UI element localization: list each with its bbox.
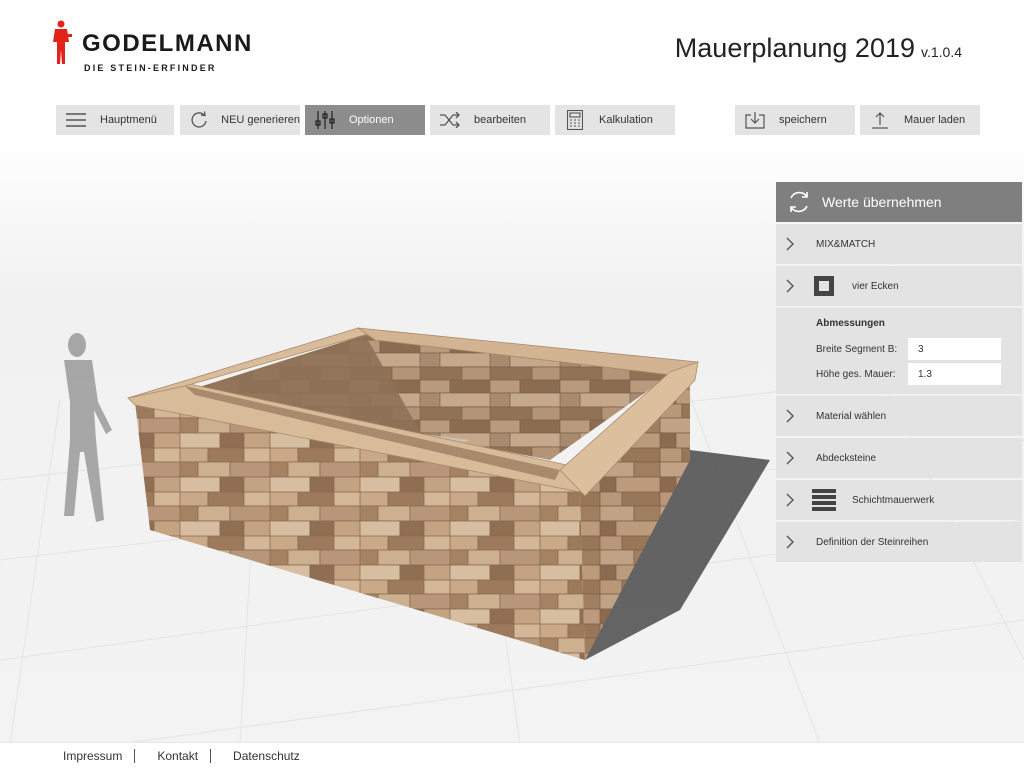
mix-match-label: MIX&MATCH [816, 238, 876, 250]
square-corners-icon [812, 274, 836, 298]
refresh-icon [180, 110, 217, 130]
corners-label: vier Ecken [852, 280, 899, 292]
chevron-right-icon [776, 493, 804, 507]
brand-name: GODELMANN [82, 30, 253, 57]
shuffle-icon [430, 112, 470, 128]
layered-label: Schichtmauerwerk [852, 494, 935, 506]
stone-rows-label: Definition der Steinreihen [816, 536, 929, 548]
dimensions-title: Abmessungen [816, 318, 885, 329]
refresh-icon [776, 189, 822, 215]
segment-width-label: Breite Segment B: [816, 344, 898, 355]
godelmann-logo[interactable]: GODELMANN DIE STEIN-ERFINDER [50, 20, 270, 76]
main-menu-label: Hauptmenü [100, 114, 157, 126]
app-version: v.1.0.4 [921, 44, 962, 60]
calculator-icon [555, 110, 595, 130]
header: GODELMANN DIE STEIN-ERFINDER Mauerplanun… [0, 0, 1024, 100]
apply-values-label: Werte übernehmen [822, 194, 942, 210]
load-wall-label: Mauer laden [904, 114, 966, 126]
chevron-right-icon [776, 451, 804, 465]
sliders-icon [305, 110, 345, 130]
contact-link[interactable]: Kontakt [157, 749, 198, 763]
panel-row-mix-match[interactable]: MIX&MATCH [776, 224, 1022, 264]
footer-divider [134, 748, 136, 763]
dimensions-section: Abmessungen Breite Segment B: Höhe ges. … [776, 308, 1022, 394]
save-button[interactable]: speichern [735, 105, 855, 135]
regenerate-label: NEU generieren [221, 114, 300, 126]
wall-height-label: Höhe ges. Mauer: [816, 369, 896, 380]
panel-row-coping[interactable]: Abdecksteine [776, 438, 1022, 478]
load-wall-button[interactable]: Mauer laden [860, 105, 980, 135]
panel-row-layered[interactable]: Schichtmauerwerk [776, 480, 1022, 520]
chevron-right-icon [776, 279, 804, 293]
options-panel: Werte übernehmen MIX&MATCH vier Ecken Ab… [776, 182, 1022, 562]
apply-values-button[interactable]: Werte übernehmen [776, 182, 1022, 222]
panel-row-stone-rows[interactable]: Definition der Steinreihen [776, 522, 1022, 562]
chevron-right-icon [776, 237, 804, 251]
footer: Impressum Kontakt Datenschutz [0, 742, 1024, 768]
stonemason-figure-icon [53, 20, 72, 64]
privacy-link[interactable]: Datenschutz [233, 749, 300, 763]
brand-tagline: DIE STEIN-ERFINDER [84, 63, 217, 73]
segment-width-input[interactable] [908, 338, 1001, 360]
calculation-label: Kalkulation [599, 114, 653, 126]
save-label: speichern [779, 114, 827, 126]
edit-label: bearbeiten [474, 114, 526, 126]
options-button[interactable]: Optionen [305, 105, 425, 135]
upload-icon [860, 111, 900, 129]
hamburger-menu-icon [56, 113, 96, 127]
material-label: Material wählen [816, 410, 887, 422]
options-label: Optionen [349, 114, 394, 126]
panel-row-material[interactable]: Material wählen [776, 396, 1022, 436]
calculation-button[interactable]: Kalkulation [555, 105, 675, 135]
imprint-link[interactable]: Impressum [63, 749, 122, 763]
app-title-text: Mauerplanung 2019 [674, 33, 915, 63]
download-icon [735, 111, 775, 129]
wall-height-input[interactable] [908, 363, 1001, 385]
regenerate-button[interactable]: NEU generieren [180, 105, 300, 135]
coping-label: Abdecksteine [816, 452, 877, 464]
chevron-right-icon [776, 535, 804, 549]
main-menu-button[interactable]: Hauptmenü [56, 105, 174, 135]
footer-divider [210, 748, 212, 763]
layered-rows-icon [812, 488, 836, 512]
panel-row-corners[interactable]: vier Ecken [776, 266, 1022, 306]
edit-button[interactable]: bearbeiten [430, 105, 550, 135]
chevron-right-icon [776, 409, 804, 423]
app-title: Mauerplanung 2019 v.1.0.4 [675, 33, 962, 64]
